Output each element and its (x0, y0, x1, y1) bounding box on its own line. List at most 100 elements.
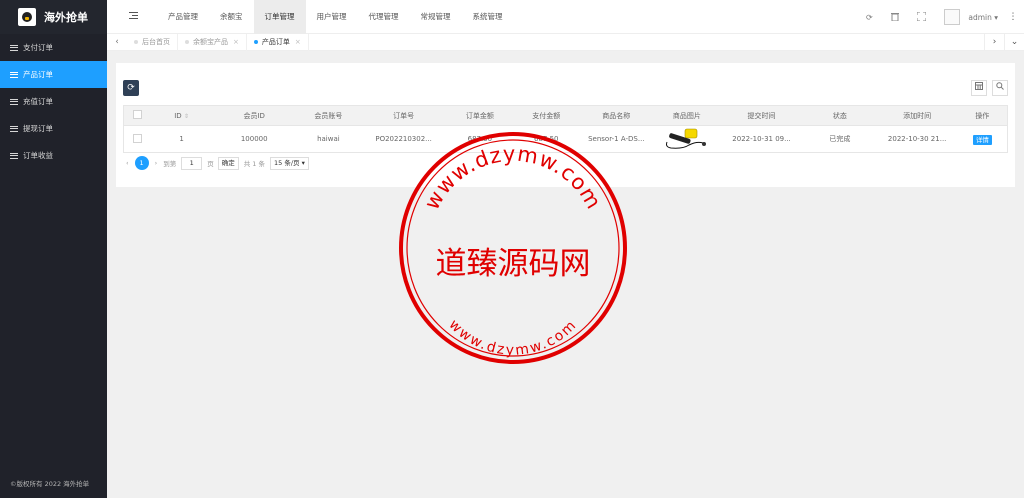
nav-general-management[interactable]: 常规管理 (410, 0, 462, 34)
list-icon (10, 71, 18, 78)
chevron-down-icon: ▾ (994, 12, 998, 22)
copyright: ©版权所有 2022 海外抢单 (10, 480, 90, 488)
column-header: 商品名称 (578, 105, 654, 126)
tab-dot-icon (134, 40, 138, 44)
page-input[interactable]: 1 (181, 156, 203, 170)
confirm-button[interactable]: 确定 (217, 156, 239, 170)
current-page[interactable]: 1 (134, 156, 149, 170)
prev-page-icon[interactable]: ‹ (126, 159, 129, 167)
watermark-center-text: 道臻源码网 (436, 246, 591, 282)
cell-member-id: 100000 (240, 135, 268, 143)
tab-yuebao-products[interactable]: 余额宝产品 × (178, 33, 247, 51)
sidebar: 海外抢单 支付订单 产品订单 充值订单 提现订单 订单收益 ©版权所有 2022… (0, 0, 107, 498)
sidebar-item-label: 支付订单 (23, 43, 53, 52)
column-header: 会员ID (212, 105, 296, 126)
list-icon (10, 152, 18, 159)
column-header: 会员账号 (295, 105, 362, 126)
cell-submit-time: 2022-10-31 09... (732, 135, 791, 143)
product-image (663, 127, 711, 151)
row-checkbox[interactable] (132, 133, 142, 143)
list-icon (10, 98, 18, 105)
app-title: 海外抢单 (44, 11, 88, 24)
column-header: 操作 (957, 105, 1008, 126)
fullscreen-icon[interactable] (908, 11, 934, 23)
select-all-checkbox[interactable] (132, 110, 142, 119)
sidebar-item-label: 订单收益 (23, 151, 53, 160)
column-header: 提交时间 (720, 105, 804, 126)
column-header[interactable]: ID ⇕ (150, 105, 213, 126)
close-icon[interactable]: × (295, 38, 301, 46)
column-header: 状态 (803, 105, 877, 126)
tab-product-orders[interactable]: 产品订单 × (247, 33, 309, 51)
orders-table: ID ⇕ 会员ID 会员账号 订单号 订单金额 支付金额 商品名称 商品图片 提… (123, 105, 1008, 153)
cell-status: 已完成 (829, 135, 851, 143)
sidebar-item-label: 充值订单 (23, 97, 53, 106)
avatar[interactable] (944, 9, 961, 25)
logo-icon (18, 8, 36, 26)
close-icon[interactable]: × (233, 38, 239, 46)
cell-order-amount: 687.50 (467, 135, 493, 143)
cell-product-name: Sensor-1 A-DS... (588, 135, 645, 143)
next-page-icon[interactable]: › (155, 159, 158, 167)
column-header: 添加时间 (876, 105, 958, 126)
content-card: ⟳ ID ⇕ 会员ID 会员账号 订单号 订单金额 支付金额 商品名称 商品图片… (116, 63, 1015, 187)
chevron-down-icon[interactable]: ⌄ (1004, 34, 1024, 51)
more-icon[interactable]: ⋮ (1006, 12, 1020, 22)
sidebar-item-product-orders[interactable]: 产品订单 (0, 61, 107, 88)
tab-dot-icon (185, 40, 189, 44)
list-icon (10, 44, 18, 51)
svg-text:www.dzymw.com: www.dzymw.com (445, 317, 580, 359)
chevron-right-icon[interactable]: › (984, 34, 1004, 51)
chevron-left-icon[interactable]: ‹ (107, 37, 127, 47)
tab-bar: ‹ 后台首页 余额宝产品 × 产品订单 × › ⌄ (107, 33, 1024, 51)
sidebar-item-payment-orders[interactable]: 支付订单 (0, 34, 107, 61)
sidebar-item-recharge-orders[interactable]: 充值订单 (0, 88, 107, 115)
tab-label: 产品订单 (261, 38, 290, 46)
username: admin (968, 12, 992, 22)
nav-system-management[interactable]: 系统管理 (462, 0, 514, 34)
table-row: 1 100000 haiwai PO202210302... 687.50 68… (124, 126, 1008, 153)
column-header: 订单号 (361, 105, 447, 126)
logo[interactable]: 海外抢单 (0, 0, 107, 34)
refresh-button[interactable]: ⟳ (123, 80, 139, 96)
top-nav: 产品管理 余额宝 订单管理 用户管理 代理管理 常规管理 系统管理 (157, 0, 514, 34)
column-header: 商品图片 (653, 105, 721, 126)
tab-label: 余额宝产品 (193, 38, 228, 46)
tab-home[interactable]: 后台首页 (127, 33, 178, 51)
column-header: 订单金额 (446, 105, 514, 126)
list-icon (10, 125, 18, 132)
cell-id: 1 (179, 135, 184, 143)
tab-dot-icon (253, 40, 258, 44)
header: 产品管理 余额宝 订单管理 用户管理 代理管理 常规管理 系统管理 ⟳ admi… (107, 0, 1024, 34)
total-count: 共 1 条 (243, 160, 265, 168)
sidebar-item-order-earnings[interactable]: 订单收益 (0, 142, 107, 169)
sidebar-item-label: 产品订单 (23, 70, 53, 79)
sidebar-item-label: 提现订单 (23, 124, 53, 133)
nav-user-management[interactable]: 用户管理 (306, 0, 358, 34)
cell-order-no: PO202210302... (375, 135, 432, 143)
per-page-select[interactable]: 15 条/页 ▾ (270, 156, 309, 170)
cell-add-time: 2022-10-30 21... (887, 135, 947, 143)
nav-agent-management[interactable]: 代理管理 (358, 0, 410, 34)
pagination: ‹ 1 › 到第 1 页 确定 共 1 条 15 条/页 ▾ (126, 156, 309, 170)
watermark-bottom-text: www.dzymw.com (445, 317, 578, 359)
goto-label: 到第 (163, 160, 177, 168)
search-icon[interactable] (992, 80, 1008, 96)
sort-icon[interactable]: ⇕ (184, 113, 189, 120)
column-header: 支付金额 (513, 105, 579, 126)
user-menu[interactable]: admin ▾ (968, 13, 998, 22)
menu-toggle-icon[interactable] (129, 12, 138, 19)
sidebar-item-withdraw-orders[interactable]: 提现订单 (0, 115, 107, 142)
nav-yuebao[interactable]: 余额宝 (209, 0, 254, 34)
nav-order-management[interactable]: 订单管理 (253, 0, 306, 34)
tab-label: 后台首页 (142, 38, 170, 46)
page-unit: 页 (207, 160, 214, 168)
detail-button[interactable]: 详情 (972, 135, 992, 145)
refresh-icon[interactable]: ⟳ (856, 13, 882, 22)
nav-product-management[interactable]: 产品管理 (157, 0, 209, 34)
trash-icon[interactable] (882, 12, 908, 23)
columns-icon[interactable] (971, 80, 987, 96)
cell-pay-amount: 687.50 (534, 135, 559, 143)
cell-account: haiwai (317, 135, 340, 143)
select-all-cell (123, 105, 151, 126)
